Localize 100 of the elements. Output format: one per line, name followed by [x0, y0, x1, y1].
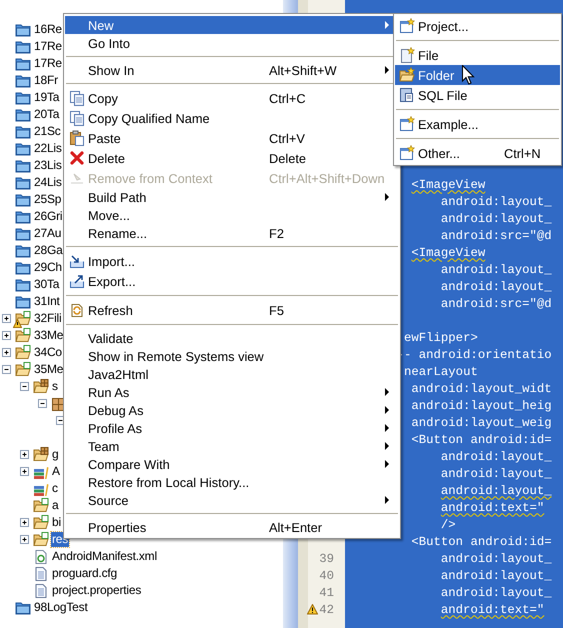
menu-item[interactable]: Move...	[65, 206, 399, 224]
tree-item[interactable]: 25Sp	[33, 192, 62, 207]
delete-icon	[68, 150, 84, 166]
code-line: android:src="@d	[440, 296, 552, 310]
code-line: android:layout_	[440, 568, 552, 582]
code-line: <Button android:id=	[411, 534, 552, 548]
code-line: android:layout_	[440, 280, 552, 294]
code-line: nearLayout	[404, 364, 478, 378]
new-example-icon	[398, 116, 414, 132]
tree-item[interactable]: 17Re	[33, 56, 63, 71]
shortcut-text: Alt+Enter	[269, 520, 322, 534]
expand-toggle[interactable]	[20, 450, 29, 459]
expand-toggle[interactable]	[2, 314, 11, 323]
code-line: android:layout_	[440, 484, 552, 498]
code-line: <Button android:id=	[411, 432, 552, 446]
tree-item[interactable]: 22Lis	[33, 141, 63, 156]
tree-item[interactable]: 35Me	[33, 362, 64, 377]
menu-item[interactable]: Debug As	[65, 401, 399, 419]
tree-item[interactable]: 32Fili	[33, 311, 62, 326]
expand-toggle[interactable]	[20, 535, 29, 544]
code-line: android:layout_	[440, 450, 552, 464]
mouse-pointer-icon	[462, 65, 475, 85]
shortcut-text: Ctrl+N	[504, 146, 541, 160]
shortcut-text: Delete	[269, 150, 306, 166]
code-line: android:layout_	[440, 552, 552, 566]
code-line: ewFlipper>	[404, 330, 478, 344]
menu-item[interactable]: Other... Ctrl+N	[395, 143, 560, 163]
package-folder-icon	[33, 446, 49, 462]
new-file-icon	[398, 47, 414, 63]
shortcut-text: Alt+Shift+W	[269, 62, 337, 78]
tree-item[interactable]: 98LogTest	[33, 600, 89, 615]
shortcut-text: Ctrl+V	[269, 130, 305, 146]
code-line: android:layout_	[440, 212, 552, 226]
package-folder-icon	[33, 378, 49, 394]
expand-toggle[interactable]	[2, 331, 11, 340]
document-icon	[33, 548, 49, 564]
code-line: android:text="	[440, 500, 544, 514]
code-line: android:src="@d	[440, 228, 552, 242]
menu-item[interactable]: SQL File	[395, 85, 560, 105]
tree-item[interactable]: AndroidManifest.xml	[51, 549, 158, 564]
open-folder-icon	[33, 514, 49, 530]
tree-item[interactable]: 34Co	[33, 345, 63, 360]
tree-item[interactable]: 19Ta	[33, 90, 60, 105]
tree-item[interactable]: 31Int	[33, 294, 61, 309]
warning-icon	[13, 318, 22, 328]
tree-item[interactable]: bi	[51, 515, 62, 530]
text-file-icon	[33, 566, 49, 582]
menu-item[interactable]: Refresh F5	[65, 300, 399, 320]
tree-item[interactable]: 27Au	[33, 226, 62, 241]
expand-toggle[interactable]	[2, 348, 11, 357]
shortcut-text: Ctrl+Alt+Shift+Down	[269, 170, 385, 186]
menu-item[interactable]: Java2Html	[65, 365, 399, 383]
export-icon	[68, 273, 84, 289]
shortcut-text: F2	[269, 226, 284, 240]
tree-item[interactable]: a	[51, 498, 60, 513]
expand-toggle[interactable]	[20, 467, 29, 476]
menu-item[interactable]: Compare With	[65, 455, 399, 473]
copy-icon	[68, 90, 84, 106]
tree-item[interactable]: 24Lis	[33, 175, 63, 190]
expand-toggle[interactable]	[20, 518, 29, 527]
new-wizard-icon	[398, 145, 414, 161]
menu-item[interactable]: File	[395, 45, 560, 65]
menu-item[interactable]: Validate	[65, 329, 399, 347]
menu-item[interactable]: Show in Remote Systems view	[65, 347, 399, 365]
tree-item[interactable]: 20Ta	[33, 107, 60, 122]
tree-item[interactable]: A	[51, 464, 61, 479]
menu-item[interactable]: Rename... F2	[65, 224, 399, 242]
expand-toggle[interactable]	[20, 382, 29, 391]
menu-item[interactable]: Example...	[395, 114, 560, 134]
import-icon	[68, 253, 84, 269]
menu-item[interactable]: Source	[65, 491, 399, 509]
tree-item[interactable]: g	[51, 447, 60, 462]
tree-item[interactable]: 23Lis	[33, 158, 63, 173]
menu-item[interactable]: Team	[65, 437, 399, 455]
expand-toggle[interactable]	[2, 365, 11, 374]
line-number: 42	[319, 602, 334, 616]
expand-toggle[interactable]	[56, 416, 65, 425]
line-number: 41	[319, 586, 334, 600]
tree-item[interactable]: 26Gri	[33, 209, 64, 224]
tree-item[interactable]: 33Me	[33, 328, 64, 343]
menu-item[interactable]: Run As	[65, 383, 399, 401]
tree-item[interactable]: 17Re	[33, 39, 63, 54]
tree-item[interactable]: c	[51, 481, 59, 496]
tree-item[interactable]: 16Re	[33, 22, 63, 37]
menu-item[interactable]: Build Path	[65, 188, 399, 206]
tree-item[interactable]: 21Sc	[33, 124, 62, 139]
tree-item[interactable]: 18Fr	[33, 73, 59, 88]
code-line: android:text="	[440, 602, 544, 616]
menu-item[interactable]: Folder	[395, 65, 560, 85]
menu-item[interactable]: Restore from Local History...	[65, 473, 399, 491]
menu-item[interactable]: Profile As	[65, 419, 399, 437]
expand-toggle[interactable]	[38, 399, 47, 408]
tree-item[interactable]: proguard.cfg	[51, 566, 118, 581]
tree-item[interactable]: project.properties	[51, 583, 142, 598]
menu-item[interactable]: Export...	[65, 271, 399, 291]
tree-item[interactable]: 30Ta	[33, 277, 60, 292]
tree-item[interactable]: 28Ga	[33, 243, 64, 258]
tree-item[interactable]: s	[51, 379, 59, 394]
tree-item[interactable]: 29Ch	[33, 260, 63, 275]
menu-item[interactable]: Import...	[65, 251, 399, 271]
